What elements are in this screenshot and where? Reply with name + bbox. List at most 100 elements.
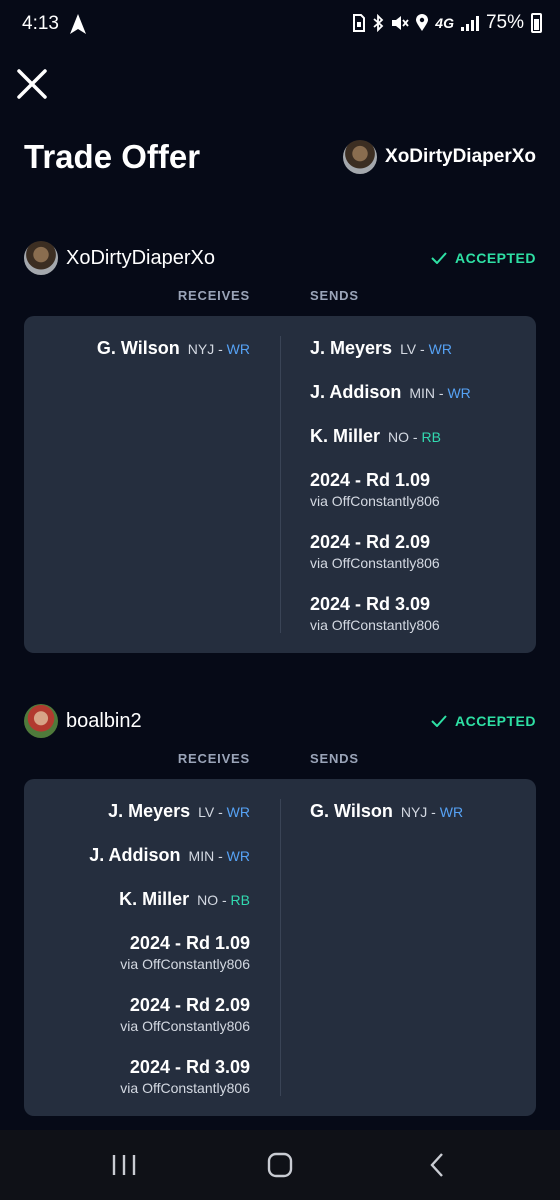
separator: - [214, 804, 227, 820]
player-name: K. Miller [310, 426, 381, 446]
separator: - [427, 804, 440, 820]
draft-pick-row[interactable]: 2024 - Rd 1.09 via OffConstantly806 [20, 931, 250, 993]
separator: - [214, 341, 227, 357]
receives-header: RECEIVES [177, 751, 250, 766]
party-user[interactable]: boalbin2 [24, 704, 142, 738]
pick-title: 2024 - Rd 1.09 [129, 933, 250, 953]
player-position: WR [447, 385, 471, 401]
home-icon[interactable] [266, 1152, 294, 1178]
separator: - [214, 848, 227, 864]
player-team-position: NO - RB [197, 892, 250, 908]
player-row[interactable]: J. Addison MIN - WR [20, 843, 250, 887]
pick-via: via OffConstantly806 [120, 1080, 250, 1096]
location-arrow-icon [70, 14, 86, 34]
player-team: NYJ [187, 341, 215, 357]
status-label: ACCEPTED [454, 250, 536, 266]
draft-pick-row[interactable]: 2024 - Rd 2.09 via OffConstantly806 [20, 993, 250, 1055]
player-position: WR [428, 341, 452, 357]
status-badge: ACCEPTED [431, 713, 536, 729]
player-name: J. Meyers [108, 801, 191, 821]
party-header: boalbin2 ACCEPTED [24, 703, 536, 739]
pick-via: via OffConstantly806 [310, 617, 440, 633]
pick-title: 2024 - Rd 3.09 [129, 1057, 250, 1077]
player-row[interactable]: G. Wilson NYJ - WR [310, 799, 540, 843]
recents-icon[interactable] [110, 1152, 138, 1178]
close-icon[interactable] [14, 66, 50, 102]
pick-title: 2024 - Rd 1.09 [310, 470, 431, 490]
sends-header: SENDS [310, 288, 359, 303]
header-username: XoDirtyDiaperXo [385, 146, 536, 167]
column-headers: RECEIVES SENDS [24, 276, 536, 316]
pick-via: via OffConstantly806 [310, 555, 440, 571]
player-team: MIN [409, 385, 436, 401]
header-user[interactable]: XoDirtyDiaperXo [343, 140, 536, 174]
column-divider [280, 799, 281, 1096]
battery-percent: 75% [485, 12, 524, 33]
check-icon [431, 252, 447, 264]
player-row[interactable]: J. Addison MIN - WR [310, 380, 540, 424]
sends-list: J. Meyers LV - WR J. Addison MIN - WR K. Mil… [310, 336, 540, 654]
pick-via: via OffConstantly806 [310, 493, 440, 509]
player-name: K. Miller [119, 889, 190, 909]
page-title: Trade Offer [24, 138, 201, 175]
draft-pick-row[interactable]: 2024 - Rd 3.09 via OffConstantly806 [20, 1055, 250, 1117]
draft-pick-row[interactable]: 2024 - Rd 1.09 via OffConstantly806 [310, 468, 540, 530]
sends-list: G. Wilson NYJ - WR [310, 799, 540, 843]
pick-via: via OffConstantly806 [120, 1018, 250, 1034]
trade-card: G. Wilson NYJ - WR J. Meyers LV - WR J. Add… [24, 316, 536, 653]
player-team-position: MIN - WR [189, 848, 250, 864]
separator: - [416, 341, 429, 357]
player-row[interactable]: J. Meyers LV - WR [20, 799, 250, 843]
player-position: WR [226, 341, 250, 357]
player-row[interactable]: K. Miller NO - RB [20, 887, 250, 931]
trade-party: XoDirtyDiaperXo ACCEPTED RECEIVES SENDS … [24, 240, 536, 653]
player-team-position: NYJ - WR [401, 804, 463, 820]
player-team-position: LV - WR [400, 341, 452, 357]
status-badge: ACCEPTED [431, 250, 536, 266]
player-row[interactable]: G. Wilson NYJ - WR [20, 336, 250, 380]
avatar [24, 241, 58, 275]
separator: - [218, 892, 231, 908]
player-row[interactable]: J. Meyers LV - WR [310, 336, 540, 380]
party-username: XoDirtyDiaperXo [66, 246, 215, 269]
status-bar: 4:13 4G 75% [0, 0, 560, 50]
status-label: ACCEPTED [454, 713, 536, 729]
player-position: WR [226, 804, 250, 820]
mute-icon [392, 16, 409, 30]
bluetooth-icon [373, 14, 384, 32]
sends-header: SENDS [310, 751, 359, 766]
player-name: J. Addison [89, 845, 181, 865]
party-header: XoDirtyDiaperXo ACCEPTED [24, 240, 536, 276]
system-nav-bar [0, 1130, 560, 1200]
signal-icon [460, 16, 479, 31]
avatar [24, 704, 58, 738]
status-icons: 4G 75% [353, 12, 542, 34]
player-row[interactable]: K. Miller NO - RB [310, 424, 540, 468]
player-team-position: NO - RB [388, 429, 441, 445]
pick-title: 2024 - Rd 3.09 [310, 594, 431, 614]
party-user[interactable]: XoDirtyDiaperXo [24, 241, 215, 275]
separator: - [409, 429, 422, 445]
player-team-position: NYJ - WR [188, 341, 250, 357]
player-team-position: LV - WR [198, 804, 250, 820]
check-icon [431, 715, 447, 727]
player-name: G. Wilson [310, 801, 393, 821]
column-divider [280, 336, 281, 633]
draft-pick-row[interactable]: 2024 - Rd 3.09 via OffConstantly806 [310, 592, 540, 654]
sim-icon [353, 14, 366, 32]
pick-via: via OffConstantly806 [120, 956, 250, 972]
column-headers: RECEIVES SENDS [24, 739, 536, 779]
player-team: NO [197, 892, 219, 908]
back-icon[interactable] [424, 1152, 452, 1178]
player-team: NO [388, 429, 410, 445]
player-position: WR [439, 804, 464, 820]
avatar [343, 140, 378, 174]
trade-card: J. Meyers LV - WR J. Addison MIN - WR K. Mil… [24, 779, 536, 1116]
player-team: MIN [188, 848, 215, 864]
draft-pick-row[interactable]: 2024 - Rd 2.09 via OffConstantly806 [310, 530, 540, 592]
party-username: boalbin2 [66, 709, 142, 732]
player-position: RB [230, 892, 250, 908]
player-team: NYJ [400, 804, 428, 820]
player-team: LV [198, 804, 215, 820]
player-name: J. Addison [310, 382, 402, 402]
